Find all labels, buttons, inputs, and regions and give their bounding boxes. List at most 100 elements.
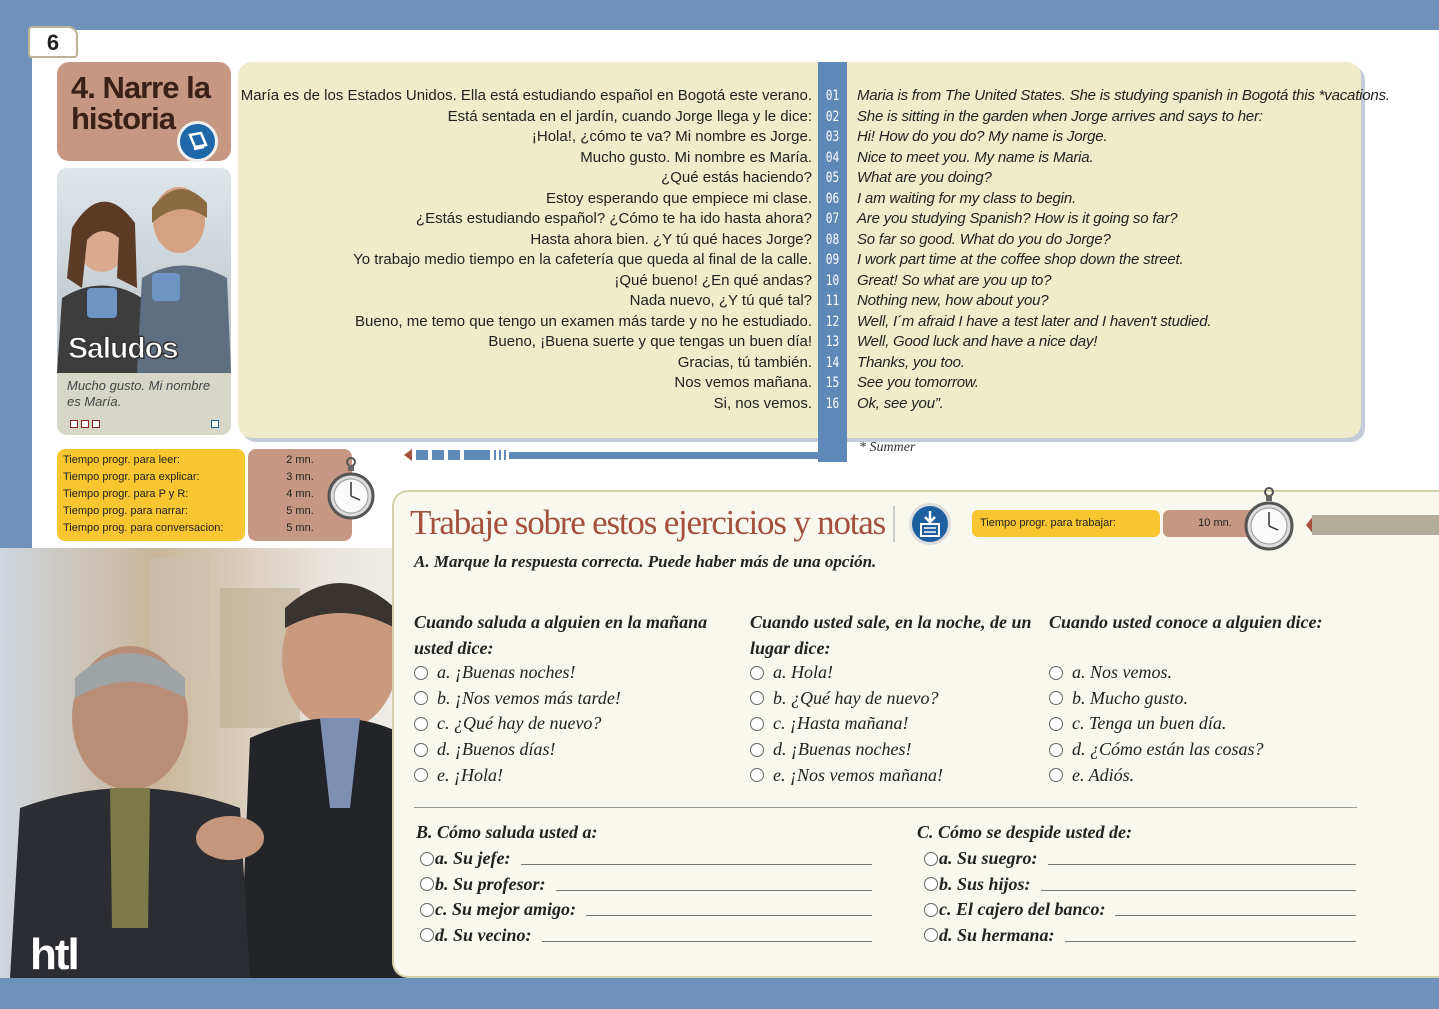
fill-in-row: d. Su vecino: (420, 925, 872, 946)
dialogue-line-spanish: Hasta ahora bien. ¿Y tú qué haces Jorge? (530, 230, 812, 248)
slide-dots[interactable] (70, 420, 100, 428)
section-heading: B. Cómo saluda usted a: (416, 822, 598, 842)
radio-button[interactable] (1049, 768, 1063, 783)
radio-button[interactable] (420, 928, 434, 942)
radio-button[interactable] (750, 742, 764, 757)
answer-option[interactable]: b. Mucho gusto. (1049, 688, 1188, 709)
download-notes-icon[interactable] (909, 503, 951, 545)
dialogue-line-spanish: ¡Hola!, ¿cómo te va? Mi nombre es Jorge. (531, 128, 812, 145)
radio-button[interactable] (1049, 716, 1063, 731)
work-time-label: Tiempo progr. para trabajar: (972, 510, 1160, 537)
fill-in-label: c. El cajero del banco: (939, 899, 1106, 919)
answer-option[interactable]: d. ¡Buenas noches! (750, 739, 911, 760)
option-label: a. ¡Buenas noches! (437, 662, 576, 682)
radio-button[interactable] (414, 716, 428, 731)
radio-button[interactable] (420, 877, 434, 891)
dialogue-line-number: 01 (825, 88, 840, 104)
option-label: d. ¿Cómo están las cosas? (1072, 739, 1264, 760)
dialogue-line-number: 07 (825, 211, 840, 227)
fill-in-row: a. Su jefe: (420, 848, 872, 869)
dialogue-line-spanish: Estoy esperando que empiece mi clase. (546, 189, 812, 207)
dialogue-line-spanish: Si, nos vemos. (713, 394, 812, 412)
radio-button[interactable] (420, 851, 434, 866)
dialogue-line-spanish: Bueno, me temo que tengo un examen más t… (355, 312, 812, 330)
radio-button[interactable] (414, 742, 428, 757)
question-heading: Cuando usted conoce a alguien dice: (1049, 612, 1323, 632)
answer-option[interactable]: b. ¡Nos vemos más tarde! (414, 688, 621, 709)
dialogue-line-number: 09 (825, 252, 840, 268)
radio-button[interactable] (414, 665, 428, 680)
answer-line[interactable] (1040, 889, 1356, 891)
next-slide-dot[interactable] (211, 420, 219, 428)
radio-button[interactable] (414, 691, 428, 706)
dialogue-line-english: Nothing new, how about you? (857, 292, 1049, 309)
slide-dot[interactable] (92, 420, 100, 428)
answer-option[interactable]: e. ¡Hola! (414, 765, 503, 786)
option-label: e. ¡Hola! (437, 764, 503, 785)
radio-button[interactable] (750, 691, 764, 706)
radio-button[interactable] (750, 716, 764, 731)
time-label: Tiempo progr. para leer: (63, 454, 180, 466)
answer-option[interactable]: c. ¡Hasta mañana! (750, 713, 909, 734)
answer-option[interactable]: c. Tenga un buen día. (1049, 713, 1226, 734)
fill-in-label: a. Su suegro: (939, 848, 1038, 868)
dialogue-line-number: 05 (825, 170, 840, 186)
brand-logo: htl (30, 930, 80, 979)
radio-button[interactable] (414, 768, 428, 783)
option-label: b. ¿Qué hay de nuevo? (773, 687, 939, 708)
dialogue-line-spanish: Nada nuevo, ¿Y tú qué tal? (629, 292, 812, 309)
slide-dot[interactable] (70, 420, 78, 428)
dialogue-line-number: 15 (825, 375, 840, 391)
fill-in-row: b. Sus hijos: (924, 874, 1356, 895)
dialogue-line-number: 06 (825, 190, 840, 207)
dialogue-line-number: 10 (825, 272, 840, 289)
picture-caption: Mucho gusto. Mi nombre es María. (67, 378, 211, 409)
answer-line[interactable] (1047, 864, 1356, 865)
radio-button[interactable] (1049, 691, 1063, 706)
radio-button[interactable] (924, 928, 938, 942)
fill-in-label: b. Su profesor: (435, 873, 546, 894)
fill-in-label: a. Su jefe: (435, 848, 511, 868)
answer-line[interactable] (1064, 940, 1356, 942)
section-heading: C. Cómo se despide usted de: (917, 822, 1132, 842)
radio-button[interactable] (1049, 742, 1063, 757)
answer-line[interactable] (1115, 915, 1356, 916)
answer-option[interactable]: d. ¡Buenos días! (414, 739, 556, 760)
dialogue-line-number: 13 (825, 334, 840, 350)
radio-button[interactable] (924, 851, 938, 866)
answer-option[interactable]: b. ¿Qué hay de nuevo? (750, 688, 938, 709)
fill-in-label: d. Su hermana: (939, 924, 1055, 945)
radio-button[interactable] (924, 877, 938, 891)
answer-option[interactable]: c. ¿Qué hay de nuevo? (414, 713, 601, 734)
option-label: e. Adiós. (1072, 764, 1135, 785)
fill-in-row: b. Su profesor: (420, 874, 872, 895)
section-divider (414, 807, 1357, 808)
radio-button[interactable] (420, 902, 434, 917)
answer-option[interactable]: a. Nos vemos. (1049, 662, 1172, 683)
dialogue-line-spanish: ¿Estás estudiando español? ¿Cómo te ha i… (415, 210, 812, 227)
stopwatch-icon (327, 457, 375, 520)
answer-option[interactable]: e. Adiós. (1049, 765, 1134, 786)
radio-button[interactable] (1049, 665, 1063, 680)
answer-option[interactable]: d. ¿Cómo están las cosas? (1049, 739, 1264, 760)
option-label: d. ¡Buenas noches! (773, 739, 912, 760)
time-label: Tiempo prog. para conversacion: (63, 522, 224, 534)
dialogue-line-spanish: Está sentada en el jardín, cuando Jorge … (447, 107, 812, 125)
dialogue-line-spanish: Bueno, ¡Buena suerte y que tengas un bue… (488, 333, 812, 350)
instruction-a: A. Marque la respuesta correcta. Puede h… (414, 552, 877, 571)
answer-line[interactable] (541, 940, 872, 942)
answer-option[interactable]: e. ¡Nos vemos mañana! (750, 765, 943, 786)
footnote: * Summer (859, 440, 916, 455)
radio-button[interactable] (750, 768, 764, 783)
dialogue-line-spanish: ¿Qué estás haciendo? (661, 169, 812, 186)
radio-button[interactable] (924, 902, 938, 917)
slide-dot[interactable] (81, 420, 89, 428)
answer-line[interactable] (586, 915, 872, 916)
option-label: a. Hola! (773, 662, 833, 682)
radio-button[interactable] (750, 665, 764, 680)
answer-line[interactable] (555, 889, 872, 891)
answer-option[interactable]: a. ¡Buenas noches! (414, 662, 575, 683)
time-label: Tiempo prog. para narrar: (63, 505, 188, 517)
answer-option[interactable]: a. Hola! (750, 662, 833, 683)
answer-line[interactable] (520, 864, 872, 865)
